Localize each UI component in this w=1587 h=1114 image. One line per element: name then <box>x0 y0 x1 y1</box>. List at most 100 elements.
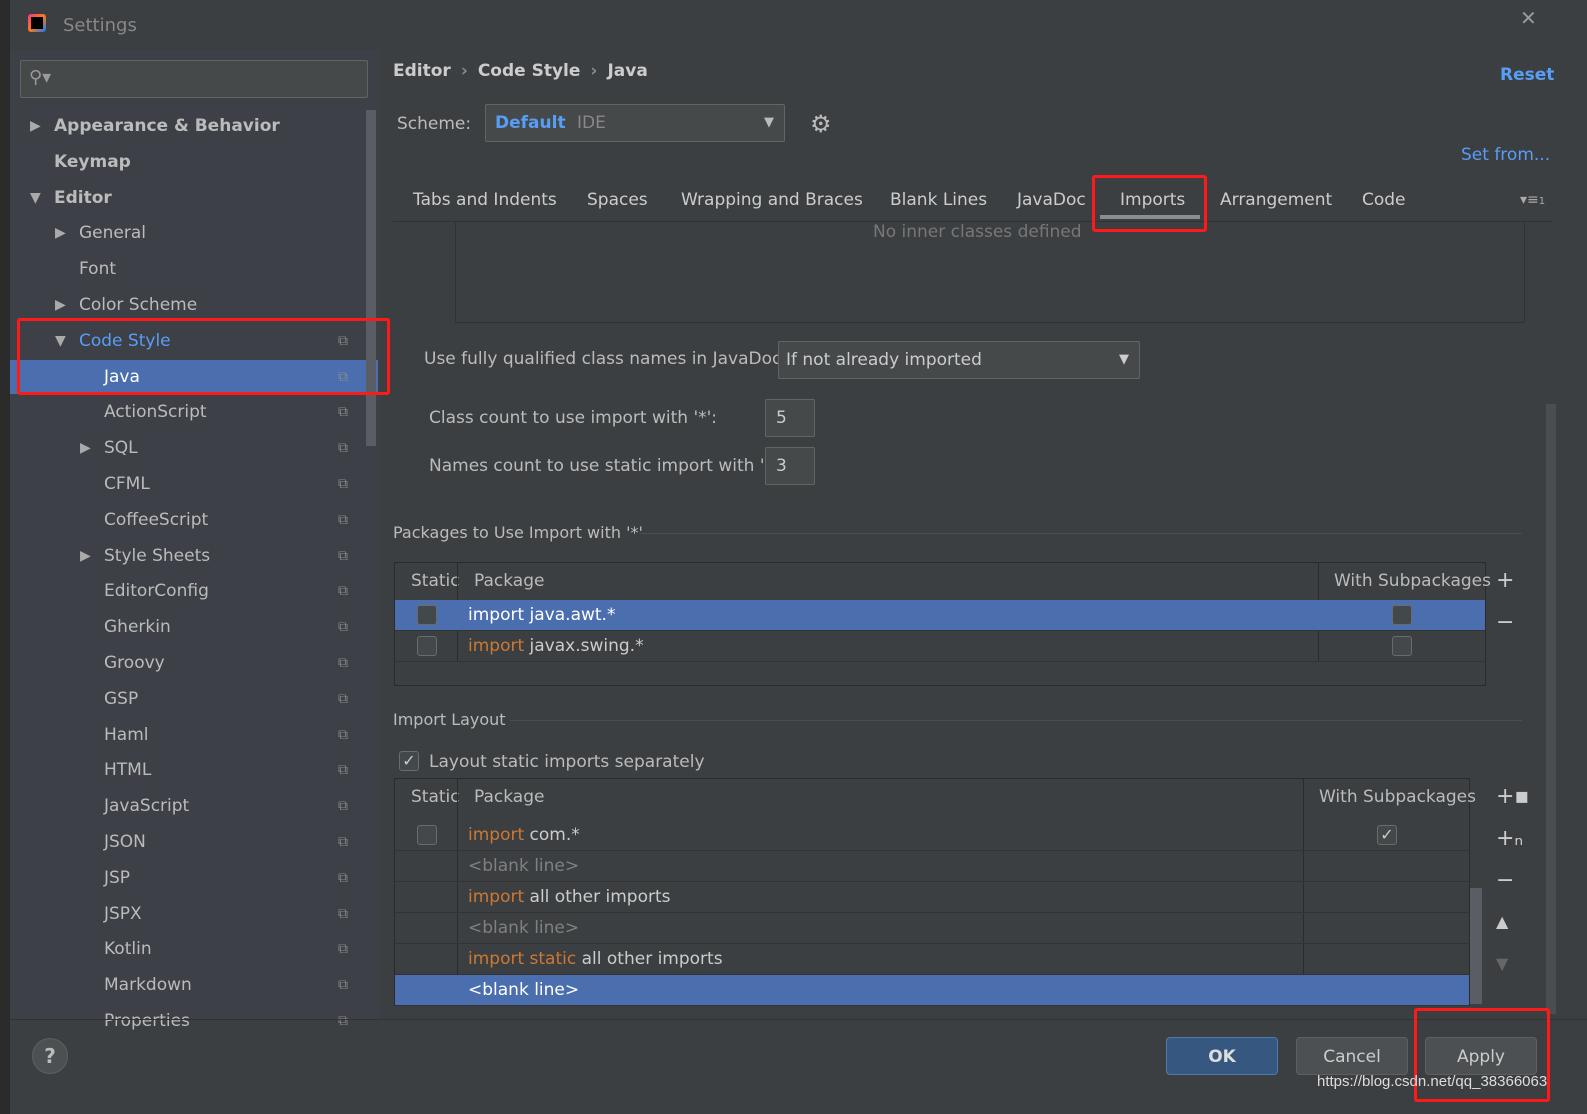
copy-icon: ⧉ <box>338 762 348 779</box>
tree-item[interactable]: Markdown ⧉ <box>10 968 378 1002</box>
subpackages-checkbox[interactable]: ✓ <box>1377 825 1397 845</box>
column-header-package[interactable]: Package <box>474 571 544 591</box>
help-button[interactable]: ? <box>32 1038 68 1074</box>
tab-wrapping-and-braces[interactable]: Wrapping and Braces <box>681 186 863 214</box>
copy-icon: ⧉ <box>338 511 348 528</box>
expand-down-icon[interactable]: ▼ <box>30 181 41 215</box>
tree-item-label: JSP <box>104 867 131 888</box>
table-row[interactable]: import javax.swing.* <box>395 631 1485 662</box>
layout-static-checkbox[interactable]: ✓ <box>399 751 419 771</box>
cancel-button[interactable]: Cancel <box>1296 1037 1408 1075</box>
tree-item[interactable]: Properties ⧉ <box>10 1004 378 1038</box>
tree-item[interactable]: HTML ⧉ <box>10 753 378 787</box>
tree-item[interactable]: ActionScript ⧉ <box>10 395 378 429</box>
column-header-static[interactable]: Static <box>411 571 460 591</box>
tree-item[interactable]: JSP ⧉ <box>10 861 378 895</box>
tree-item[interactable]: ▶ Style Sheets ⧉ <box>10 539 378 573</box>
copy-icon: ⧉ <box>338 869 348 886</box>
intellij-logo-icon <box>28 14 46 32</box>
expand-right-icon[interactable]: ▶ <box>55 216 66 250</box>
table-row[interactable]: <blank line> <box>395 851 1469 882</box>
breadcrumb-item[interactable]: Editor <box>393 61 451 81</box>
copy-icon: ⧉ <box>338 834 348 850</box>
scheme-dropdown[interactable]: Default IDE ▼ <box>485 104 785 142</box>
expand-right-icon[interactable]: ▶ <box>55 288 66 322</box>
tree-item[interactable]: JavaScript ⧉ <box>10 789 378 823</box>
tree-item[interactable]: ▶ Color Scheme <box>10 288 378 322</box>
tab-blank-lines[interactable]: Blank Lines <box>890 186 987 214</box>
tree-item[interactable]: Keymap <box>10 145 378 179</box>
tree-item[interactable]: Haml ⧉ <box>10 718 378 752</box>
panel-scrollbar[interactable] <box>1546 404 1556 1014</box>
tab-tabs-and-indents[interactable]: Tabs and Indents <box>413 186 557 214</box>
expand-right-icon[interactable]: ▶ <box>80 431 91 465</box>
move-down-icon[interactable]: ▼ <box>1496 954 1508 973</box>
tree-item[interactable]: GSP ⧉ <box>10 682 378 716</box>
tree-item[interactable]: JSON ⧉ <box>10 825 378 859</box>
tree-item[interactable]: ▶ General <box>10 216 378 250</box>
add-package-icon[interactable]: +▪ <box>1496 784 1529 809</box>
tab-spaces[interactable]: Spaces <box>587 186 648 214</box>
set-from-link[interactable]: Set from... <box>1461 145 1550 165</box>
table-scrollbar[interactable] <box>1470 888 1482 1004</box>
table-row[interactable]: import java.awt.* <box>395 600 1485 631</box>
tree-item[interactable]: CFML ⧉ <box>10 467 378 501</box>
tree-item[interactable]: ▶ Appearance & Behavior <box>10 109 378 143</box>
tree-item[interactable]: EditorConfig ⧉ <box>10 574 378 608</box>
column-header-subpackages[interactable]: With Subpackages <box>1319 787 1476 807</box>
breadcrumb-item[interactable]: Code Style <box>478 61 581 81</box>
gear-icon[interactable]: ⚙ <box>810 110 832 138</box>
tree-item[interactable]: CoffeeScript ⧉ <box>10 503 378 537</box>
scheme-type: IDE <box>576 113 606 133</box>
window-title: Settings <box>63 15 137 36</box>
add-blank-line-icon[interactable]: +ₙ <box>1496 826 1523 851</box>
table-row[interactable]: <blank line> <box>395 975 1469 1006</box>
expand-right-icon[interactable]: ▶ <box>30 109 41 143</box>
reset-link[interactable]: Reset <box>1500 65 1554 85</box>
names-count-input[interactable]: 3 <box>765 447 815 485</box>
static-checkbox[interactable] <box>417 636 437 656</box>
subpackages-checkbox[interactable] <box>1392 605 1412 625</box>
tab-code-generatio[interactable]: Code Generatio <box>1362 186 1482 214</box>
close-icon[interactable]: ✕ <box>1520 6 1537 30</box>
remove-icon[interactable]: − <box>1496 868 1514 893</box>
table-row[interactable]: import all other imports <box>395 882 1469 913</box>
table-row[interactable]: import static all other imports <box>395 944 1469 975</box>
tab-javadoc[interactable]: JavaDoc <box>1017 186 1086 214</box>
column-header-static[interactable]: Static <box>411 787 460 807</box>
table-row[interactable]: <blank line> <box>395 913 1469 944</box>
column-header-package[interactable]: Package <box>474 787 544 807</box>
tree-item[interactable]: Kotlin ⧉ <box>10 932 378 966</box>
tree-item-label: HTML <box>104 760 152 781</box>
tree-item[interactable]: ▼ Editor <box>10 181 378 215</box>
names-count-label: Names count to use static import with '*… <box>429 456 784 476</box>
static-checkbox[interactable] <box>417 605 437 625</box>
subpackages-checkbox[interactable] <box>1392 636 1412 656</box>
column-header-subpackages[interactable]: With Subpackages <box>1334 571 1491 591</box>
add-icon[interactable]: + <box>1496 568 1514 593</box>
tree-item[interactable]: JSPX ⧉ <box>10 897 378 931</box>
search-input[interactable]: ⚲▾ <box>20 60 368 98</box>
expand-right-icon[interactable]: ▶ <box>80 539 91 573</box>
remove-icon[interactable]: − <box>1496 610 1514 635</box>
tree-item-label: Font <box>79 259 117 280</box>
static-checkbox[interactable] <box>417 825 437 845</box>
class-count-label: Class count to use import with '*': <box>429 408 718 428</box>
copy-icon: ⧉ <box>338 583 348 600</box>
fqcn-dropdown[interactable]: If not already imported ▼ <box>778 341 1140 379</box>
tree-item[interactable]: Groovy ⧉ <box>10 646 378 680</box>
copy-icon: ⧉ <box>338 726 348 743</box>
copy-icon: ⧉ <box>338 619 348 636</box>
sidebar-scrollbar[interactable] <box>366 110 376 446</box>
tab-arrangement[interactable]: Arrangement <box>1220 186 1332 214</box>
tree-item-label: Groovy <box>104 653 165 673</box>
ok-button[interactable]: OK <box>1166 1037 1278 1075</box>
tabs-overflow-icon[interactable]: ▾≡1 <box>1520 192 1545 208</box>
tree-item[interactable]: ▶ SQL ⧉ <box>10 431 378 465</box>
class-count-input[interactable]: 5 <box>765 399 815 437</box>
table-row[interactable]: import com.* ✓ <box>395 820 1469 851</box>
tree-item[interactable]: Gherkin ⧉ <box>10 610 378 644</box>
tree-item[interactable]: Font <box>10 252 378 286</box>
move-up-icon[interactable]: ▲ <box>1496 912 1508 931</box>
title-bar: Settings ✕ <box>10 0 1587 50</box>
